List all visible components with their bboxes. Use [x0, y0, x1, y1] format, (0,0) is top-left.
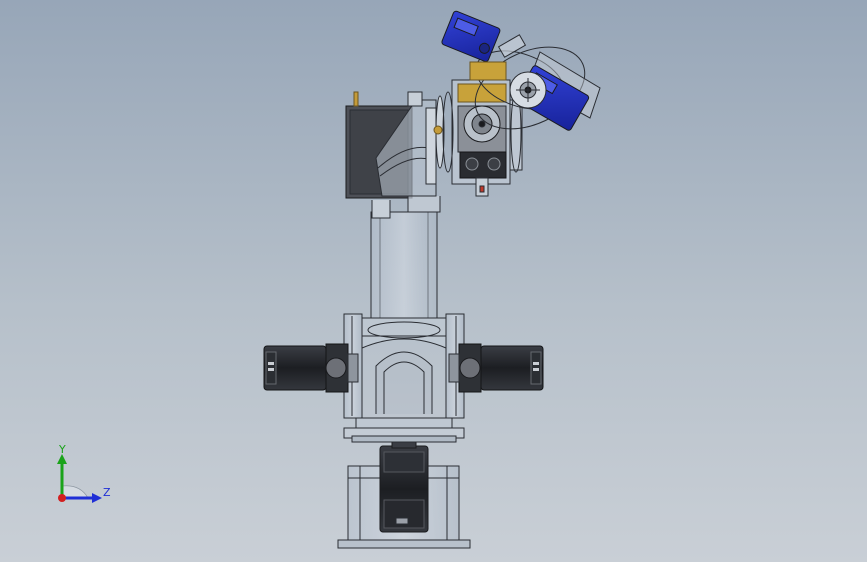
coordinate-triad: Y Z — [57, 443, 111, 503]
cad-graphics-viewport[interactable]: Y Z — [0, 0, 867, 562]
right-shoulder-motor[interactable] — [448, 343, 544, 393]
base-plate — [337, 539, 471, 549]
z-axis-label: Z — [103, 486, 111, 499]
z-axis-arrow — [92, 493, 102, 503]
left-shoulder-motor[interactable] — [263, 343, 359, 393]
x-axis-dot — [58, 494, 66, 502]
robot-arm-assembly-model[interactable] — [0, 0, 867, 562]
triad-plane — [61, 485, 89, 499]
elbow-assembly[interactable] — [345, 91, 445, 219]
wrist-servo[interactable] — [442, 79, 523, 197]
y-axis-label: Y — [58, 443, 66, 456]
base-assembly[interactable] — [337, 417, 471, 549]
shoulder-yoke[interactable] — [343, 313, 465, 419]
upper-arm-tube — [370, 211, 438, 319]
